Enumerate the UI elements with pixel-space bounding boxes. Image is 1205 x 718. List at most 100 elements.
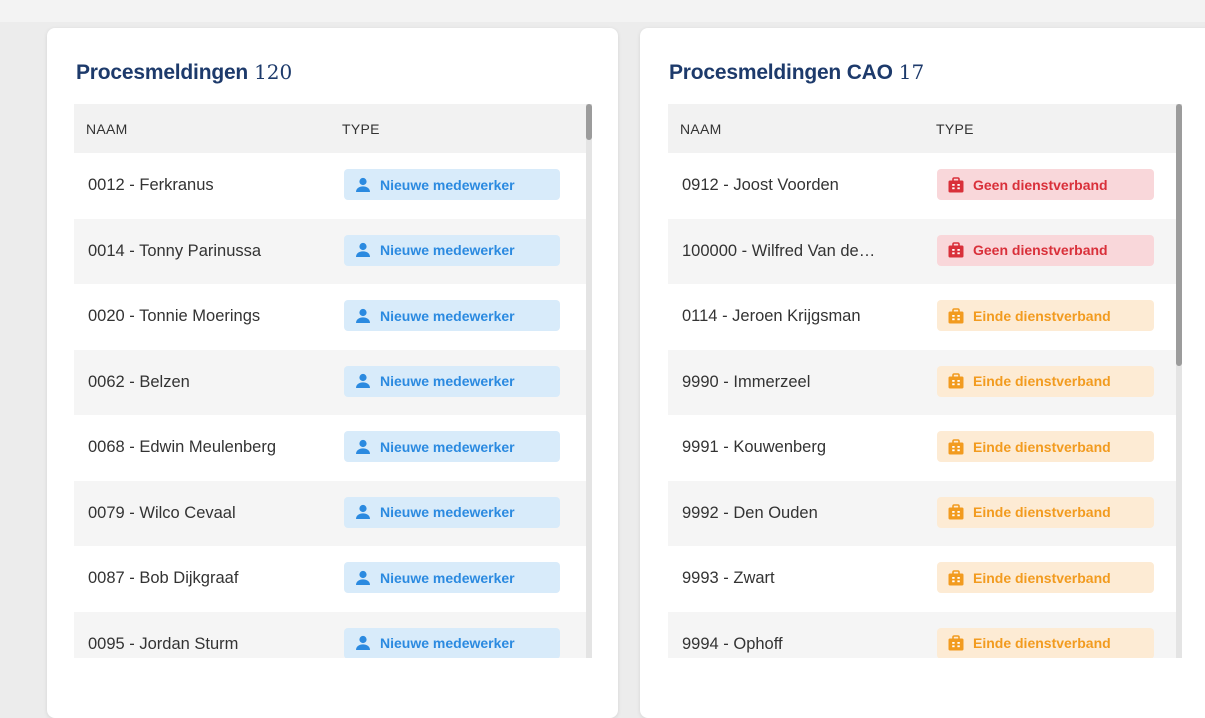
type-badge-label: Nieuwe medewerker [380,504,515,520]
column-header-naam[interactable]: NAAM [680,121,722,137]
type-badge-label: Einde dienstverband [973,373,1111,389]
table-row[interactable]: 9994 - Ophoff Einde dienstverband [668,611,1182,658]
row-name: 9993 - Zwart [682,569,775,587]
type-badge: Nieuwe medewerker [344,300,560,331]
row-name: 0014 - Tonny Parinussa [88,241,262,260]
type-badge-label: Geen dienstverband [973,176,1108,193]
table-row[interactable]: 9991 - Kouwenberg Einde dienstverband [668,415,1182,481]
table-row[interactable]: 9992 - Den Ouden Einde dienstverband [668,480,1182,546]
user-icon [356,373,370,388]
card-title-count: 120 [254,60,293,84]
user-icon [356,439,370,454]
table-body: 0012 - Ferkranus Nieuwe medewerker 0014 -… [74,153,592,658]
top-band [0,0,1205,22]
row-name: 0079 - Wilco Cevaal [88,503,236,522]
table-row[interactable]: 0114 - Jeroen Krijgsman Einde dienstverba… [668,284,1182,350]
type-badge-label: Nieuwe medewerker [380,307,515,324]
row-name: 0012 - Ferkranus [88,176,214,194]
table-row[interactable]: 9993 - Zwart Einde dienstverband [668,546,1182,612]
table-row[interactable]: 0095 - Jordan Sturm Nieuwe medewerker [74,611,592,658]
type-badge: Nieuwe medewerker [344,562,560,593]
table-header: NAAM TYPE [668,104,1182,153]
type-badge-label: Nieuwe medewerker [380,635,515,651]
table-row[interactable]: 0062 - Belzen Nieuwe medewerker [74,349,592,415]
table-row[interactable]: 0014 - Tonny Parinussa Nieuwe medewerker [74,218,592,284]
row-name: 9990 - Immerzeel [682,372,811,391]
type-badge: Geen dienstverband [937,234,1154,266]
table-row[interactable]: 9990 - Immerzeel Einde dienstverband [668,349,1182,415]
table-row[interactable]: 100000 - Wilfred Van de… Geen dienstverba… [668,218,1182,284]
table-row[interactable]: 0079 - Wilco Cevaal Nieuwe medewerker [74,480,592,546]
type-badge-label: Einde dienstverband [973,504,1111,520]
row-name: 0095 - Jordan Sturm [88,634,239,653]
type-badge-label: Nieuwe medewerker [380,438,515,455]
type-badge-label: Nieuwe medewerker [380,569,515,586]
type-badge-label: Nieuwe medewerker [380,242,515,258]
table-header: NAAM TYPE [74,104,592,153]
type-badge: Einde dienstverband [937,627,1154,658]
type-badge: Einde dienstverband [937,496,1154,528]
table-row[interactable]: 0068 - Edwin Meulenberg Nieuwe medewerker [74,415,592,481]
table-body: 0912 - Joost Voorden Geen dienstverband 1… [668,153,1182,658]
table-row[interactable]: 0912 - Joost Voorden Geen dienstverband [668,153,1182,219]
user-icon [356,570,370,585]
type-badge-label: Einde dienstverband [973,635,1111,651]
card-title-count: 17 [898,60,925,84]
card-title: Procesmeldingen 120 [76,58,292,87]
column-header-naam[interactable]: NAAM [86,121,128,137]
card-title-label: Procesmeldingen CAO [669,61,893,84]
column-header-type[interactable]: TYPE [342,121,380,137]
table-row[interactable]: 0020 - Tonnie Moerings Nieuwe medewerker [74,284,592,350]
user-icon [356,242,370,257]
card-title: Procesmeldingen CAO 17 [669,58,924,87]
type-badge: Geen dienstverband [937,169,1154,200]
type-badge: Nieuwe medewerker [344,365,560,397]
briefcase-icon [948,569,964,585]
user-icon [356,635,370,650]
briefcase-icon [948,635,964,651]
type-badge-label: Einde dienstverband [973,438,1111,455]
type-badge-label: Nieuwe medewerker [380,176,515,193]
scrollbar-thumb[interactable] [1176,104,1182,366]
scrollbar-thumb[interactable] [586,104,592,140]
row-name: 0062 - Belzen [88,372,190,391]
row-name: 9994 - Ophoff [682,634,783,653]
user-icon [356,177,370,192]
type-badge: Nieuwe medewerker [344,169,560,200]
table-scrollbar[interactable] [1176,104,1182,658]
procesmeldingen-cao-card: Procesmeldingen CAO 17 NAAM TYPE 0912 - J… [640,28,1205,718]
procesmeldingen-table: NAAM TYPE 0012 - Ferkranus Nieuwe medewer… [74,104,592,658]
briefcase-icon [948,242,964,258]
type-badge-label: Geen dienstverband [973,242,1108,258]
procesmeldingen-card: Procesmeldingen 120 NAAM TYPE 0012 - Ferk… [47,28,618,718]
type-badge: Einde dienstverband [937,431,1154,462]
row-name: 9992 - Den Ouden [682,503,818,522]
user-icon [356,308,370,323]
type-badge-label: Einde dienstverband [973,307,1111,324]
type-badge: Einde dienstverband [937,365,1154,397]
table-scrollbar[interactable] [586,104,592,658]
type-badge-label: Einde dienstverband [973,569,1111,586]
type-badge: Einde dienstverband [937,562,1154,593]
procesmeldingen-cao-table: NAAM TYPE 0912 - Joost Voorden Geen diens… [668,104,1182,658]
row-name: 0068 - Edwin Meulenberg [88,438,277,456]
row-name: 0020 - Tonnie Moerings [88,307,261,325]
type-badge: Nieuwe medewerker [344,234,560,266]
row-name: 0912 - Joost Voorden [682,176,839,194]
row-name: 9991 - Kouwenberg [682,438,827,456]
column-header-type[interactable]: TYPE [936,121,974,137]
row-name: 0114 - Jeroen Krijgsman [682,307,861,325]
table-row[interactable]: 0087 - Bob Dijkgraaf Nieuwe medewerker [74,546,592,612]
card-title-label: Procesmeldingen [76,61,249,84]
row-name: 0087 - Bob Dijkgraaf [88,569,239,587]
type-badge: Nieuwe medewerker [344,496,560,528]
type-badge: Nieuwe medewerker [344,627,560,658]
user-icon [356,504,370,519]
briefcase-icon [948,504,964,520]
type-badge: Nieuwe medewerker [344,431,560,462]
briefcase-icon [948,373,964,389]
row-name: 100000 - Wilfred Van de… [682,241,876,260]
table-row[interactable]: 0012 - Ferkranus Nieuwe medewerker [74,153,592,219]
briefcase-icon [948,307,964,323]
type-badge: Einde dienstverband [937,300,1154,331]
